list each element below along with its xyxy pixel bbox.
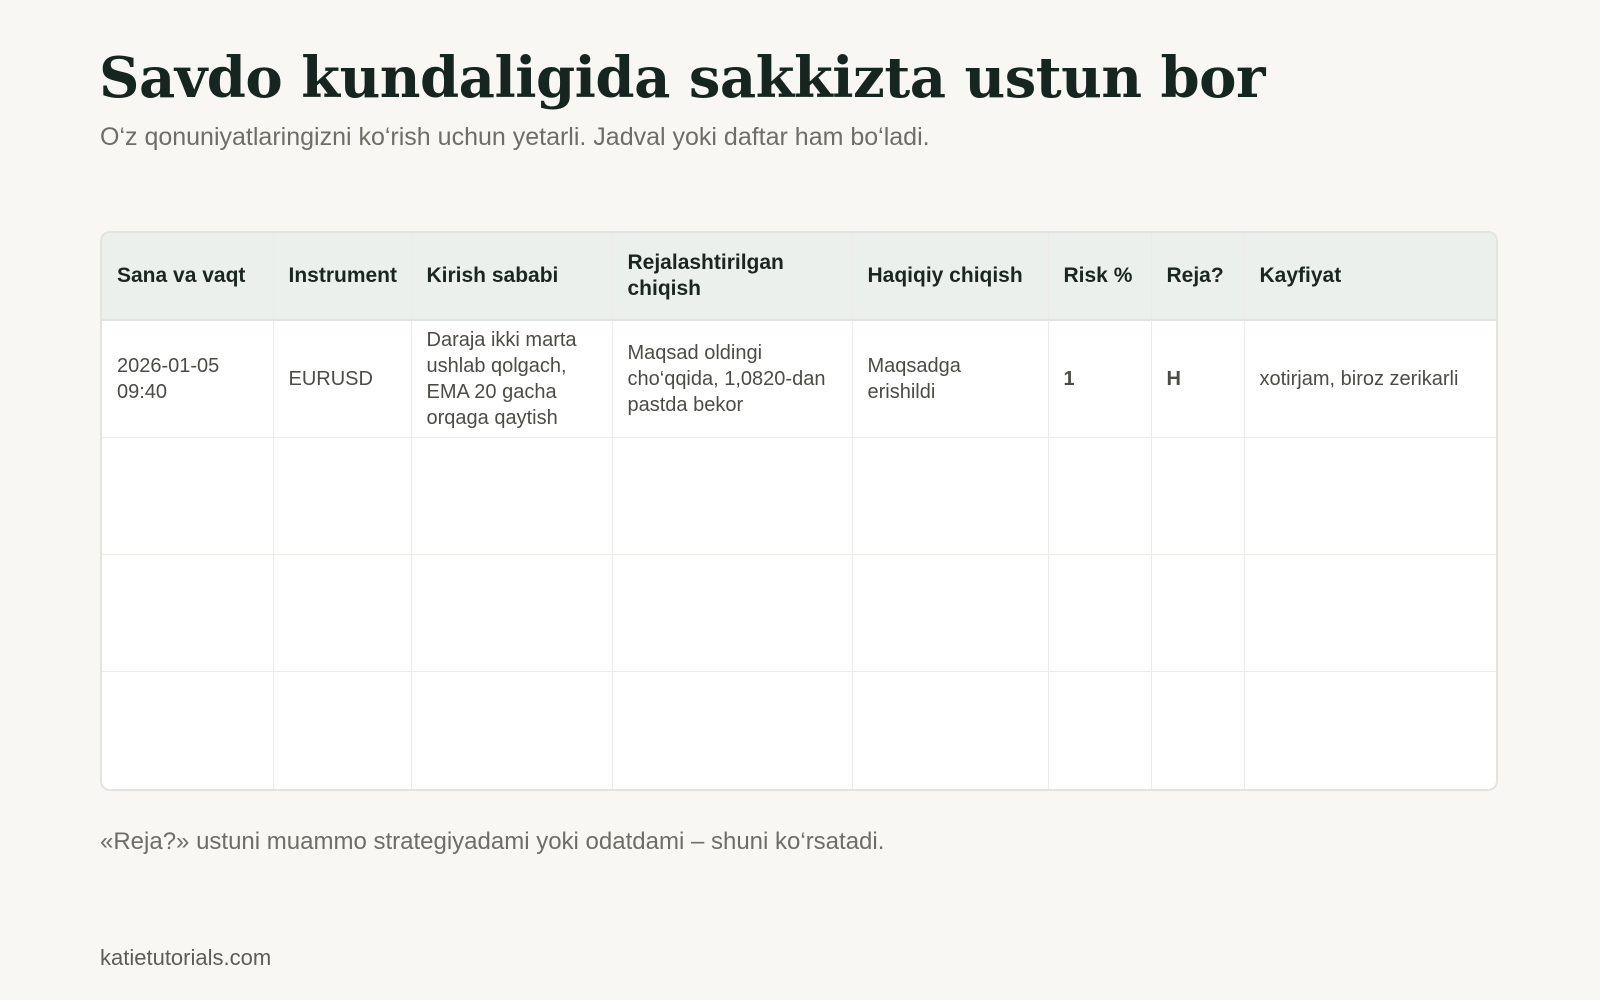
column-header-mood: Kayfiyat bbox=[1244, 233, 1496, 321]
empty-cell bbox=[1151, 671, 1245, 789]
page-subtitle: O‘z qonuniyatlaringizni ko‘rish uchun ye… bbox=[100, 123, 930, 151]
empty-cell bbox=[411, 437, 613, 556]
empty-cell bbox=[612, 437, 853, 556]
empty-cell bbox=[1151, 554, 1245, 673]
empty-cell bbox=[1048, 671, 1152, 789]
column-header-date-time: Sana va vaqt bbox=[102, 233, 274, 321]
empty-cell bbox=[1244, 672, 1496, 789]
cell-mood: xotirjam, biroz zerikarli bbox=[1244, 320, 1496, 438]
empty-cell bbox=[612, 554, 853, 673]
empty-cell bbox=[852, 554, 1049, 673]
empty-cell bbox=[1151, 437, 1245, 556]
page-title: Savdo kundaligida sakkizta ustun bor bbox=[99, 45, 1266, 111]
journal-table-card: Sana va vaqt Instrument Kirish sababi Re… bbox=[100, 231, 1498, 791]
empty-cell bbox=[1048, 437, 1152, 556]
column-header-risk: Risk % bbox=[1048, 233, 1152, 321]
empty-cell bbox=[1244, 437, 1496, 556]
cell-plan: H bbox=[1151, 320, 1245, 438]
cell-planned-exit: Maqsad oldingi cho‘qqida, 1,0820-dan pas… bbox=[612, 320, 853, 438]
column-header-entry-reason: Kirish sababi bbox=[411, 233, 613, 321]
column-header-actual-exit: Haqiqiy chiqish bbox=[852, 233, 1049, 321]
trading-journal-table: Sana va vaqt Instrument Kirish sababi Re… bbox=[102, 233, 1496, 789]
column-header-planned-exit: Rejalashtirilgan chiqish bbox=[612, 233, 853, 321]
empty-cell bbox=[1244, 554, 1496, 673]
cell-instrument: EURUSD bbox=[273, 320, 412, 438]
table-row: 2026-01-05 09:40 EURUSD Daraja ikki mart… bbox=[102, 320, 1496, 438]
column-header-plan: Reja? bbox=[1151, 233, 1245, 321]
cell-date-time: 2026-01-05 09:40 bbox=[102, 320, 274, 438]
empty-cell bbox=[102, 671, 274, 789]
empty-table-row bbox=[102, 554, 1496, 673]
empty-table-row bbox=[102, 671, 1496, 789]
empty-cell bbox=[102, 437, 274, 556]
footnote: «Reja?» ustuni muammo strategiyadami yok… bbox=[100, 828, 885, 855]
empty-cell bbox=[102, 554, 274, 673]
cell-entry-reason: Daraja ikki marta ushlab qolgach, EMA 20… bbox=[411, 320, 613, 438]
cell-actual-exit: Maqsadga erishildi bbox=[852, 320, 1049, 438]
table-header-row: Sana va vaqt Instrument Kirish sababi Re… bbox=[102, 233, 1496, 321]
empty-cell bbox=[273, 554, 412, 673]
empty-cell bbox=[273, 437, 412, 556]
site-credit: katietutorials.com bbox=[100, 945, 272, 970]
empty-cell bbox=[1048, 554, 1152, 673]
empty-cell bbox=[612, 671, 853, 789]
cell-risk: 1 bbox=[1048, 320, 1152, 438]
empty-cell bbox=[273, 671, 412, 789]
empty-cell bbox=[411, 671, 613, 789]
column-header-instrument: Instrument bbox=[273, 233, 412, 321]
empty-cell bbox=[852, 437, 1049, 556]
empty-table-row bbox=[102, 437, 1496, 556]
empty-cell bbox=[411, 554, 613, 673]
empty-cell bbox=[852, 671, 1049, 789]
